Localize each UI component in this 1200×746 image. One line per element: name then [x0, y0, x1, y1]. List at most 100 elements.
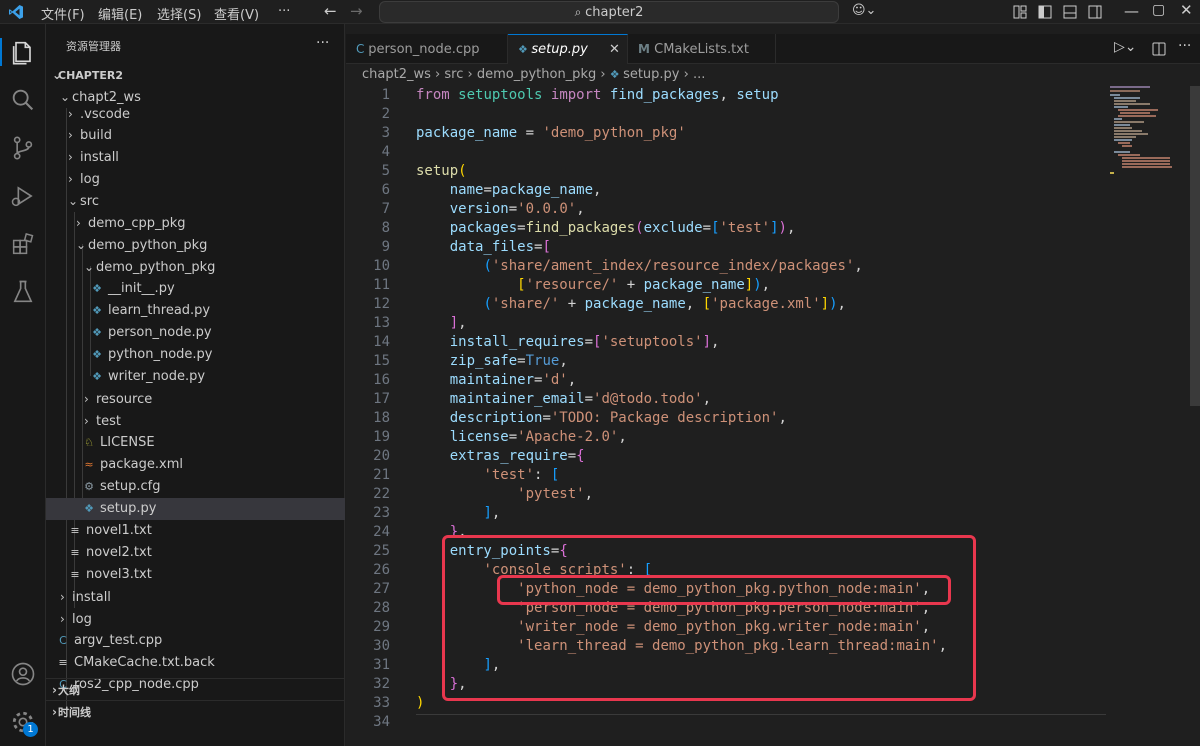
tree-file[interactable]: ❖ python_node.py [46, 344, 345, 366]
editor-more-icon[interactable]: ··· [1178, 38, 1191, 54]
command-center-search[interactable]: ⌕ chapter2 [379, 1, 839, 23]
tree-file[interactable]: Cargv_test.cpp [46, 630, 345, 652]
tree-folder[interactable]: › .vscode [46, 103, 345, 125]
menu-more[interactable]: ··· [278, 4, 290, 19]
breadcrumb-item[interactable]: setup.py [623, 67, 679, 82]
tree-file[interactable]: ❖ writer_node.py [46, 366, 345, 388]
code-line[interactable]: 2 [346, 105, 1106, 124]
tree-folder[interactable]: › log [46, 168, 345, 190]
account-icon[interactable] [9, 660, 37, 688]
back-arrow-icon[interactable]: ← [324, 2, 337, 20]
code-line[interactable]: 19 license='Apache-2.0', [346, 428, 1106, 447]
extensions-icon[interactable] [9, 230, 37, 258]
timeline-section[interactable]: ›时间线 [46, 700, 345, 722]
code-line[interactable]: 21 'test': [ [346, 466, 1106, 485]
code-line[interactable]: 16 maintainer='d', [346, 371, 1106, 390]
tree-folder[interactable]: ⌄ demo_python_pkg [46, 256, 345, 278]
source-control-icon[interactable] [9, 134, 37, 162]
code-text: packages=find_packages(exclude=['test'])… [449, 220, 796, 236]
tree-file-selected[interactable]: ❖ setup.py [46, 498, 345, 520]
vertical-scrollbar[interactable] [1190, 86, 1200, 406]
customize-layout-icon[interactable] [1012, 4, 1028, 20]
code-line[interactable]: 9 data_files=[ [346, 238, 1106, 257]
code-line[interactable]: 10 ('share/ament_index/resource_index/pa… [346, 257, 1106, 276]
forward-arrow-icon[interactable]: → [350, 2, 363, 20]
code-line[interactable]: 6 name=package_name, [346, 181, 1106, 200]
tree-file[interactable]: ❖ person_node.py [46, 322, 345, 344]
tree-file[interactable]: ❖ __init__.py [46, 278, 345, 300]
tree-folder[interactable]: › demo_cpp_pkg [46, 212, 345, 234]
toggle-secondary-sidebar-icon[interactable] [1087, 4, 1103, 20]
workspace-root[interactable]: ⌄CHAPTER2 [46, 64, 345, 86]
code-line[interactable]: 4 [346, 143, 1106, 162]
run-python-file-icon[interactable]: ▷⌄ [1114, 39, 1137, 55]
code-line[interactable]: 7 version='0.0.0', [346, 200, 1106, 219]
tree-folder[interactable]: › install [46, 146, 345, 168]
code-line[interactable]: 11 ['resource/' + package_name]), [346, 276, 1106, 295]
tree-folder[interactable]: › install [46, 586, 345, 608]
close-tab-icon[interactable]: ✕ [609, 35, 620, 65]
code-line[interactable]: 8 packages=find_packages(exclude=['test'… [346, 219, 1106, 238]
tree-folder[interactable]: ⌄ demo_python_pkg [46, 234, 345, 256]
tree-folder[interactable]: › log [46, 608, 345, 630]
testing-flask-icon[interactable] [9, 278, 37, 306]
maximize-icon[interactable]: ▢ [1152, 2, 1165, 18]
tree-folder[interactable]: ⌄ src [46, 190, 345, 212]
line-number: 12 [373, 296, 390, 312]
toggle-panel-icon[interactable] [1062, 4, 1078, 20]
menu-view[interactable]: 查看(V) [214, 4, 259, 23]
menu-edit[interactable]: 编辑(E) [98, 4, 142, 23]
text-file-icon: ≡ [70, 568, 80, 581]
split-editor-icon[interactable] [1151, 41, 1167, 57]
code-text: zip_safe=True, [449, 353, 568, 369]
breadcrumb-item[interactable]: src [444, 67, 463, 82]
highlight-box-entry-points [442, 535, 976, 701]
run-debug-icon[interactable] [9, 182, 37, 210]
tree-file[interactable]: ♘ LICENSE [46, 432, 345, 454]
outline-section[interactable]: ›大纲 [46, 678, 345, 700]
tab-setup-py[interactable]: ❖ setup.py ✕ [508, 34, 628, 64]
tree-file[interactable]: ❖ learn_thread.py [46, 300, 345, 322]
minimize-icon[interactable]: — [1124, 2, 1139, 20]
tree-folder[interactable]: › test [46, 410, 345, 432]
toggle-primary-sidebar-icon[interactable] [1037, 4, 1053, 20]
code-line[interactable]: 34 [346, 713, 1106, 732]
menu-selection[interactable]: 选择(S) [157, 4, 201, 23]
tree-file[interactable]: ≡ novel1.txt [46, 520, 345, 542]
code-line[interactable]: 3 package_name = 'demo_python_pkg' [346, 124, 1106, 143]
code-line[interactable]: 20 extras_require={ [346, 447, 1106, 466]
tab-person-node-cpp[interactable]: C person_node.cpp [346, 34, 508, 64]
breadcrumb-item[interactable]: chapt2_ws [362, 67, 431, 82]
menu-file[interactable]: 文件(F) [41, 4, 85, 23]
tree-file[interactable]: ≡ CMakeCache.txt.back [46, 652, 345, 674]
tree-label: log [72, 612, 92, 627]
code-line[interactable]: 14 install_requires=['setuptools'], [346, 333, 1106, 352]
timeline-label: 时间线 [58, 706, 91, 719]
code-line[interactable]: 12 ('share/' + package_name, ['package.x… [346, 295, 1106, 314]
tree-folder[interactable]: › build [46, 124, 345, 146]
minimap[interactable] [1108, 86, 1188, 746]
tree-file[interactable]: ≡ novel2.txt [46, 542, 345, 564]
close-window-icon[interactable]: ✕ [1180, 1, 1193, 19]
breadcrumb-item[interactable]: ... [693, 67, 705, 82]
tree-file[interactable]: ⚙ setup.cfg [46, 476, 345, 498]
code-line[interactable]: 18 description='TODO: Package descriptio… [346, 409, 1106, 428]
code-line[interactable]: 13 ], [346, 314, 1106, 333]
copilot-icon[interactable]: ☺⌄ [852, 3, 876, 18]
code-line[interactable]: 15 zip_safe=True, [346, 352, 1106, 371]
more-actions-icon[interactable]: ··· [316, 35, 329, 51]
code-line[interactable]: 17 maintainer_email='d@todo.todo', [346, 390, 1106, 409]
code-line[interactable]: 23 ], [346, 504, 1106, 523]
code-text: name=package_name, [449, 182, 602, 198]
code-line[interactable]: 5 setup( [346, 162, 1106, 181]
breadcrumb-item[interactable]: demo_python_pkg [477, 67, 596, 82]
tab-cmakelists[interactable]: M CMakeLists.txt [628, 34, 776, 64]
tree-file[interactable]: ≈ package.xml [46, 454, 345, 476]
code-line[interactable]: 1 from setuptools import find_packages, s… [346, 86, 1106, 105]
tree-file[interactable]: ≡ novel3.txt [46, 564, 345, 586]
explorer-icon[interactable] [9, 38, 37, 66]
code-editor[interactable]: 1 from setuptools import find_packages, s… [346, 86, 1200, 746]
code-line[interactable]: 22 'pytest', [346, 485, 1106, 504]
tree-folder[interactable]: › resource [46, 388, 345, 410]
search-sidebar-icon[interactable] [9, 86, 37, 114]
